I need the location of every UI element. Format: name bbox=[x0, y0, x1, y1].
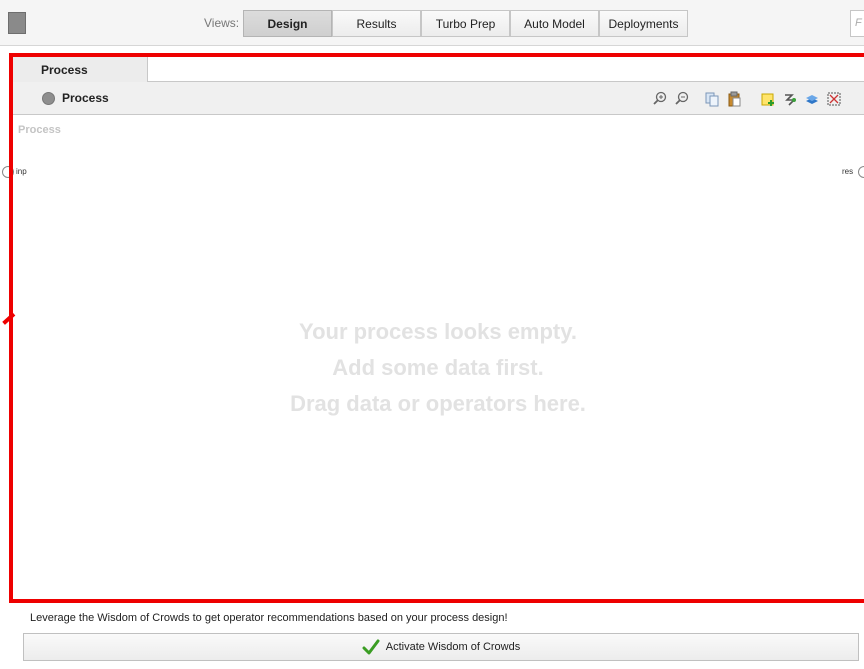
search-input[interactable]: F bbox=[850, 10, 864, 37]
view-tab-label: Turbo Prep bbox=[435, 16, 496, 31]
view-tab-design[interactable]: Design bbox=[243, 10, 332, 37]
rapidminer-window: Views: Design Results Turbo Prep Auto Mo… bbox=[0, 0, 864, 669]
check-icon bbox=[362, 639, 380, 655]
fit-view-icon[interactable] bbox=[826, 91, 842, 107]
input-port[interactable] bbox=[2, 166, 14, 178]
input-port-label: inp bbox=[16, 167, 27, 176]
wisdom-of-crowds-hint: Leverage the Wisdom of Crowds to get ope… bbox=[30, 612, 508, 624]
auto-wire-icon[interactable] bbox=[782, 91, 798, 107]
view-tab-turbo-prep[interactable]: Turbo Prep bbox=[421, 10, 510, 37]
empty-message-line: Drag data or operators here. bbox=[290, 391, 586, 416]
activate-wisdom-of-crowds-label: Activate Wisdom of Crowds bbox=[385, 641, 521, 653]
tab-process[interactable]: Process bbox=[12, 56, 148, 83]
view-tab-deployments[interactable]: Deployments bbox=[599, 10, 688, 37]
process-icon bbox=[42, 92, 55, 105]
search-placeholder: F bbox=[855, 17, 862, 29]
copy-icon[interactable] bbox=[704, 91, 720, 107]
top-toolbar: Views: Design Results Turbo Prep Auto Mo… bbox=[0, 0, 864, 46]
zoom-out-icon[interactable] bbox=[674, 91, 690, 107]
process-tabstrip: Process bbox=[12, 56, 864, 83]
view-tab-auto-model[interactable]: Auto Model bbox=[510, 10, 599, 37]
output-port[interactable] bbox=[858, 166, 864, 178]
process-panel: Process Process Process inp res Your pro… bbox=[2, 56, 864, 600]
process-breadcrumb-bar: Process bbox=[12, 82, 864, 115]
layer-icon[interactable] bbox=[804, 91, 820, 107]
breadcrumb[interactable]: Process bbox=[62, 91, 109, 105]
view-tab-label: Design bbox=[267, 16, 308, 31]
view-tab-label: Auto Model bbox=[524, 16, 585, 31]
empty-process-message: Your process looks empty. Add some data … bbox=[12, 314, 864, 422]
view-tab-label: Deployments bbox=[608, 16, 679, 31]
activate-wisdom-of-crowds-button[interactable]: Activate Wisdom of Crowds bbox=[23, 633, 859, 661]
canvas-title: Process bbox=[18, 124, 61, 136]
app-icon[interactable] bbox=[8, 12, 26, 34]
process-canvas[interactable]: Process inp res Your process looks empty… bbox=[2, 116, 864, 600]
view-tab-label: Results bbox=[356, 16, 397, 31]
empty-message-line: Your process looks empty. bbox=[299, 319, 577, 344]
view-tab-results[interactable]: Results bbox=[332, 10, 421, 37]
zoom-in-icon[interactable] bbox=[652, 91, 668, 107]
paste-icon[interactable] bbox=[726, 91, 742, 107]
empty-message-line: Add some data first. bbox=[332, 355, 544, 380]
tab-process-label: Process bbox=[41, 63, 88, 77]
output-port-label: res bbox=[842, 167, 854, 176]
views-label: Views: bbox=[204, 16, 240, 30]
add-note-icon[interactable] bbox=[760, 91, 776, 107]
